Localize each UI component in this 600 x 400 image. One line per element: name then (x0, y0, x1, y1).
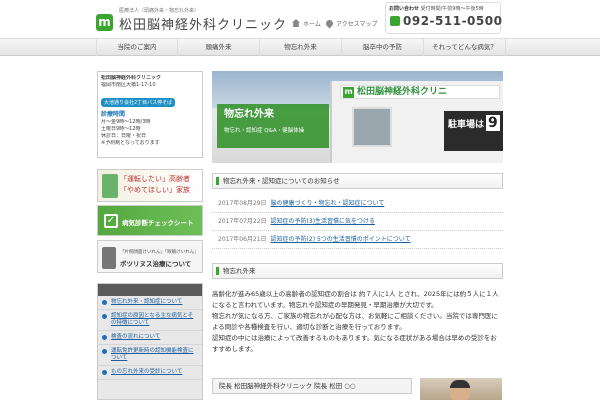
news-item: 2017年07月22日 認知症の予防(3)生活習慣に気をつける (212, 213, 503, 231)
sidebar-menu-item[interactable]: 物忘れ外来・認知症について (98, 296, 202, 310)
map-pin-icon (324, 18, 335, 29)
driving-banner-line2: 「やめてほしい」家族 (120, 186, 190, 194)
botox-banner[interactable]: 「片側顔面けいれん」「眼瞼けいれん」 ボツリヌス治療について (97, 240, 203, 273)
hours-line: 休診日：日曜・祝日 (101, 133, 147, 139)
intro-paragraph: 高齢化が進み65歳以上の高齢者の認知症の割合は 約７人に1人 とされ、2025年… (212, 290, 499, 309)
logo-subtitle: 医療法人（頭痛外来・物忘れ外来） (119, 8, 200, 14)
parking-sign: 駐車場は 9 (444, 111, 503, 151)
driving-banner-line1: 「運転したい」高齢者 (120, 175, 190, 183)
driving-banner-text: 「運転したい」高齢者 「やめてほしい」家族 (120, 174, 190, 196)
clinic-address: 福岡市南区大橋1-17-10 (101, 82, 156, 88)
site-header: m 医療法人（頭痛外来・物忘れ外来） 松田脳神経外科クリニック ホーム アクセス… (0, 0, 600, 40)
hero-title-box: 物忘れ外来 物忘れ・認知症 Q&A・健脳体操 (217, 104, 329, 148)
doctor-hair (450, 380, 470, 388)
news-link[interactable]: 脳の健康づくり・物忘れ・認知症について (271, 200, 385, 207)
header-link-access[interactable]: アクセスマップ (324, 18, 378, 29)
home-icon (292, 19, 300, 27)
phone-icon (390, 16, 400, 26)
sidebar-menu-item[interactable]: もの忘れ外来の受診について (98, 366, 202, 380)
hours-line: 土曜日9時〜12時 (101, 126, 141, 132)
sidebar-menu: 物忘れ外来・認知症について 認知症の原因となる主な病気とその特徴について 検査の… (97, 283, 203, 400)
parking-sign-text: 駐車場は (448, 120, 485, 130)
news-item: 2017年08月29日 脳の健康づくり・物忘れ・認知症について (212, 195, 503, 213)
hero-image: 松田脳神経外科クリニ 駐車場は9 物忘れ外来 物忘れ・認知症 Q&A・健脳体操 (212, 71, 503, 163)
news-date: 2017年06月21日 (218, 236, 267, 243)
phone-note-detail: 受付時間/午前9時〜午後5時 (420, 6, 484, 12)
logo-title[interactable]: 松田脳神経外科クリニック (119, 14, 287, 33)
hours-line: 月〜金9時〜12時/3時 (101, 119, 151, 125)
news-date: 2017年07月22日 (218, 218, 267, 225)
news-heading: 物忘れ外来・認知症についてのお知らせ (212, 173, 503, 189)
sidebar-menu-item[interactable]: 運転免許更新時の認知機能検査について (98, 345, 202, 366)
hero-subtitle: 物忘れ・認知症 Q&A・健脳体操 (224, 128, 305, 134)
header-link-home-label: ホーム (303, 21, 321, 28)
sidebar-menu-item[interactable]: 検査の流れについて (98, 331, 202, 345)
license-illustration-icon (102, 174, 118, 198)
sidebar-menu-header (98, 284, 202, 296)
news-date: 2017年08月29日 (218, 200, 267, 207)
nav-item-headache[interactable]: 頭痛外来 (178, 39, 260, 56)
botox-banner-main: ボツリヌス治療について (120, 260, 192, 268)
phone-number[interactable]: 092-511-0500 (403, 14, 502, 28)
nav-item-stroke[interactable]: 脳卒中の予防 (342, 39, 424, 56)
checkmark-icon: ✓ (104, 214, 118, 228)
clinic-logo-icon[interactable]: m (96, 14, 113, 31)
intro-heading: 物忘れ外来 (212, 263, 503, 279)
clinic-name: 松田脳神経外科クリニック (101, 75, 162, 81)
checklist-banner-label: 病気診断チェックシート (122, 219, 194, 227)
nav-item-memory[interactable]: 物忘れ外来 (260, 39, 342, 56)
hours-line: ※予約制となっております (101, 140, 160, 146)
hours-title: 診療時間 (101, 111, 126, 118)
hero-title: 物忘れ外来 (224, 109, 274, 120)
news-link[interactable]: 認知症の予防(3)生活習慣に気をつける (271, 218, 376, 225)
parking-sign-number: 9 (486, 115, 500, 131)
driving-license-banner[interactable]: 「運転したい」高齢者 「やめてほしい」家族 (97, 169, 203, 202)
nav-item-about[interactable]: 当院のご案内 (96, 39, 178, 56)
phone-box[interactable]: お問い合わせ 受付時間/午前9時〜午後5時 092-511-0500 (385, 2, 502, 34)
doctor-photo (420, 378, 502, 400)
intro-paragraph: 認知症の中には治療によって改善するものもあります。気になる症状がある場合は早めの… (212, 334, 497, 353)
clinic-sign: 松田脳神経外科クリニ (340, 85, 500, 99)
doctor-heading: 院長 松田脳神経外科クリニック 院長 松田 ○○ (212, 378, 412, 394)
botox-banner-small: 「片側顔面けいれん」「眼瞼けいれん」 (120, 250, 199, 255)
news-link[interactable]: 認知症の予防(2) 5つの生活習慣のポイントについて (271, 236, 411, 243)
bus-stop-badge: 大池通り会社2丁目バス停そば (101, 98, 176, 107)
phone-note: お問い合わせ 受付時間/午前9時〜午後5時 (389, 5, 484, 12)
clinic-info-box: 松田脳神経外科クリニック 福岡市南区大橋1-17-10 大池通り会社2丁目バス停… (97, 71, 203, 158)
header-link-home[interactable]: ホーム (292, 19, 321, 28)
checklist-banner[interactable]: ✓ 病気診断チェックシート (97, 205, 203, 236)
intro-body: 高齢化が進み65歳以上の高齢者の認知症の割合は 約７人に1人 とされ、2025年… (212, 289, 503, 355)
sidebar-menu-item[interactable]: 認知症の原因となる主な病気とその特徴について (98, 310, 202, 331)
news-item: 2017年06月21日 認知症の予防(2) 5つの生活習慣のポイントについて (212, 231, 503, 249)
header-link-access-label: アクセスマップ (336, 21, 378, 28)
global-nav: 当院のご案内 頭痛外来 物忘れ外来 脳卒中の予防 それってどんな病気？ (0, 38, 600, 56)
phone-note-label: お問い合わせ (389, 6, 420, 12)
syringe-icon (102, 247, 116, 269)
nav-item-diseases[interactable]: それってどんな病気？ (424, 39, 506, 56)
building-window (352, 107, 392, 147)
intro-paragraph: 物忘れが気になる方、ご家族の物忘れが心配な方は、お気軽にご相談ください。当院では… (212, 312, 498, 331)
